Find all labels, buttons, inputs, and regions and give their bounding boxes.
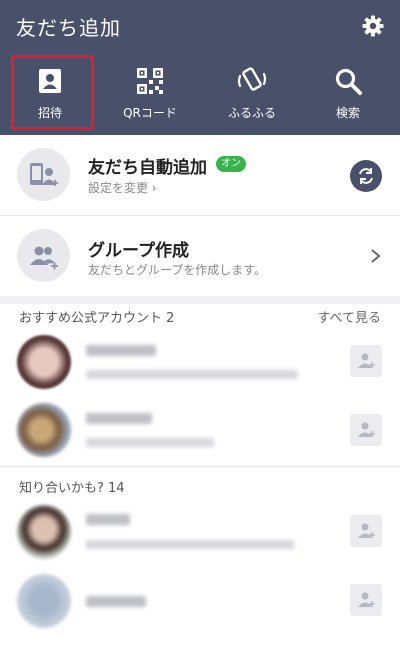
gear-icon[interactable] [361, 14, 385, 38]
group-create-row[interactable]: グループ作成 友だちとグループを作成します。 [0, 216, 400, 296]
divider [0, 466, 400, 467]
add-friend-icon [358, 523, 375, 538]
tab-shake-label: ふるふる [227, 106, 276, 120]
add-friend-button[interactable] [350, 414, 382, 446]
auto-add-row[interactable]: 友だち自動追加 設定を変更 › [0, 135, 400, 215]
add-friend-button[interactable] [350, 584, 382, 616]
blurred-name [86, 345, 156, 356]
list-item[interactable] [0, 500, 400, 564]
tab-qr-code-label: QRコード [123, 106, 177, 120]
search-icon [335, 68, 362, 95]
avatar [17, 403, 71, 457]
group-create-title: グループ作成 [88, 241, 189, 261]
list-item[interactable] [0, 330, 400, 394]
chevron-right-icon[interactable] [370, 248, 382, 264]
section-divider [0, 296, 400, 304]
add-friend-button[interactable] [350, 515, 382, 547]
tab-qr-code[interactable]: QRコード [110, 66, 190, 128]
status-badge: オン [216, 156, 246, 172]
auto-add-icon [17, 148, 70, 201]
add-friend-button[interactable] [350, 345, 382, 377]
avatar [17, 335, 71, 389]
shake-phone-icon [237, 67, 267, 91]
qr-code-icon [137, 68, 163, 94]
blurred-description [86, 540, 294, 549]
invite-highlight-box [11, 55, 94, 130]
sync-button[interactable] [350, 160, 382, 192]
page-title: 友だち追加 [16, 16, 121, 40]
sync-icon [359, 168, 373, 184]
blurred-name [86, 596, 146, 607]
suggestions-heading: 知り合いかも? 14 [19, 481, 125, 496]
add-friend-icon [358, 592, 375, 607]
group-icon [17, 229, 70, 282]
tab-search[interactable]: 検索 [308, 66, 388, 128]
blurred-description [86, 370, 298, 379]
add-friend-icon [358, 422, 375, 437]
list-item[interactable] [0, 572, 400, 636]
tab-shake[interactable]: ふるふる [212, 66, 292, 128]
see-all-link[interactable]: すべて見る [317, 307, 381, 326]
group-create-subtitle: 友だちとグループを作成します。 [88, 263, 267, 277]
add-friend-icon [358, 353, 375, 368]
list-item[interactable] [0, 398, 400, 462]
blurred-name [86, 514, 130, 525]
avatar [17, 574, 71, 628]
recommended-heading: おすすめ公式アカウント 2 [19, 311, 175, 326]
auto-add-settings-link[interactable]: 設定を変更 › [88, 179, 157, 196]
tab-search-label: 検索 [335, 106, 360, 120]
blurred-description [86, 438, 214, 447]
auto-add-title: 友だち自動追加 [88, 158, 207, 178]
blurred-name [86, 413, 152, 424]
avatar [17, 505, 71, 559]
